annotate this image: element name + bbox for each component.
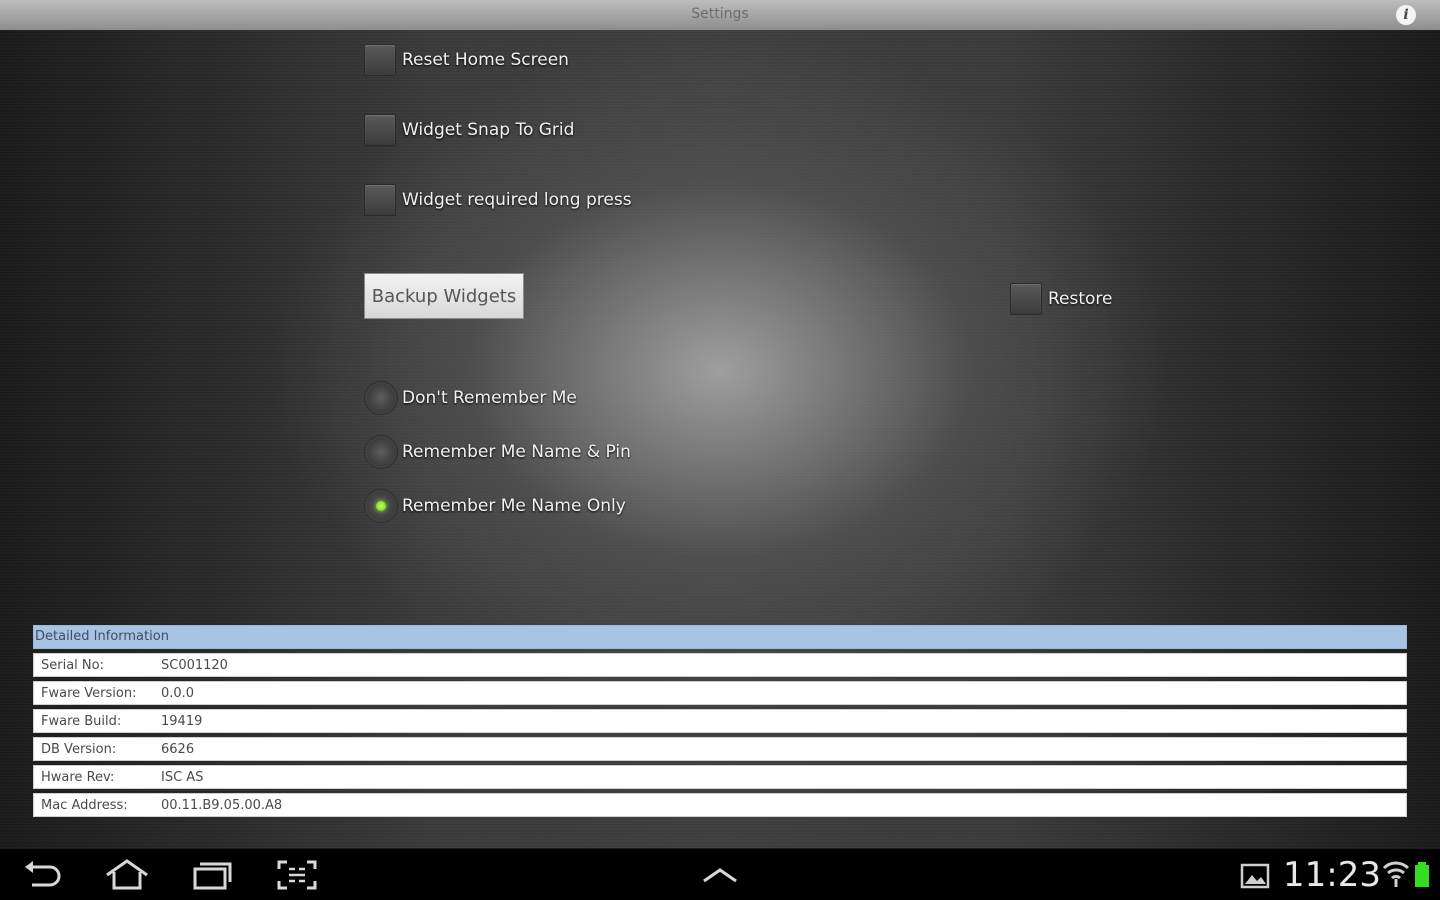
detailed-information-table: Detailed Information Serial No: SC001120… (33, 625, 1407, 817)
row-value: 00.11.B9.05.00.A8 (161, 797, 283, 813)
app-drawer-button[interactable] (697, 857, 743, 893)
widget-snap-option[interactable]: Widget Snap To Grid (364, 113, 574, 147)
dont-remember-radio[interactable] (364, 381, 398, 415)
restore-label: Restore (1048, 289, 1113, 309)
detailed-information-header: Detailed Information (33, 625, 1407, 649)
table-row: Serial No: SC001120 (33, 653, 1407, 677)
row-value: 0.0.0 (161, 685, 195, 701)
reset-home-screen-checkbox[interactable] (364, 44, 396, 76)
home-button[interactable] (104, 857, 150, 893)
row-key: Serial No: (41, 657, 104, 673)
title-bar: Settings i (0, 0, 1440, 31)
widget-long-press-option[interactable]: Widget required long press (364, 183, 632, 217)
screenshot-icon (277, 860, 317, 890)
status-clock: 11:23 (1283, 855, 1381, 895)
row-value: SC001120 (161, 657, 228, 673)
widget-snap-label: Widget Snap To Grid (402, 120, 575, 140)
restore-option[interactable]: Restore (1010, 282, 1113, 316)
chevron-up-icon (703, 868, 737, 883)
dont-remember-label: Don't Remember Me (402, 388, 577, 408)
home-icon (106, 859, 148, 890)
back-button[interactable] (20, 857, 66, 893)
row-key: DB Version: (41, 741, 117, 757)
reset-home-screen-label: Reset Home Screen (402, 50, 569, 70)
remember-name-pin-radio[interactable] (364, 435, 398, 469)
widget-long-press-checkbox[interactable] (364, 184, 396, 216)
radio-remember-name-pin[interactable]: Remember Me Name & Pin (364, 435, 631, 469)
row-value: 6626 (161, 741, 195, 757)
wifi-icon (1382, 861, 1410, 887)
widget-snap-checkbox[interactable] (364, 114, 396, 146)
row-key: Fware Build: (41, 713, 122, 729)
reset-home-screen-option[interactable]: Reset Home Screen (364, 43, 569, 77)
settings-panel: Reset Home Screen Widget Snap To Grid Wi… (0, 30, 1440, 848)
table-row: Fware Build: 19419 (33, 709, 1407, 733)
battery-icon (1415, 862, 1429, 887)
table-row: Mac Address: 00.11.B9.05.00.A8 (33, 793, 1407, 817)
row-value: 19419 (161, 713, 203, 729)
radio-dont-remember[interactable]: Don't Remember Me (364, 381, 577, 415)
remember-name-pin-label: Remember Me Name & Pin (402, 442, 631, 462)
system-navigation-bar: 11:23 (0, 848, 1440, 900)
row-key: Hware Rev: (41, 769, 115, 785)
row-key: Fware Version: (41, 685, 137, 701)
window-title: Settings (691, 6, 749, 22)
row-value: ISC AS (161, 769, 204, 785)
backup-widgets-button[interactable]: Backup Widgets (364, 273, 524, 319)
radio-selected-indicator (376, 501, 386, 511)
recent-apps-button[interactable] (188, 857, 234, 893)
remember-name-only-radio[interactable] (364, 489, 398, 523)
remember-name-only-label: Remember Me Name Only (402, 496, 626, 516)
row-key: Mac Address: (41, 797, 128, 813)
info-icon[interactable]: i (1396, 5, 1416, 25)
table-row: Hware Rev: ISC AS (33, 765, 1407, 789)
back-icon (25, 861, 61, 887)
gallery-icon (1240, 863, 1270, 889)
restore-checkbox[interactable] (1010, 283, 1042, 315)
radio-remember-name-only[interactable]: Remember Me Name Only (364, 489, 626, 523)
table-row: Fware Version: 0.0.0 (33, 681, 1407, 705)
recent-apps-icon (193, 862, 232, 890)
table-row: DB Version: 6626 (33, 737, 1407, 761)
screenshot-button[interactable] (274, 857, 320, 893)
widget-long-press-label: Widget required long press (402, 190, 632, 210)
